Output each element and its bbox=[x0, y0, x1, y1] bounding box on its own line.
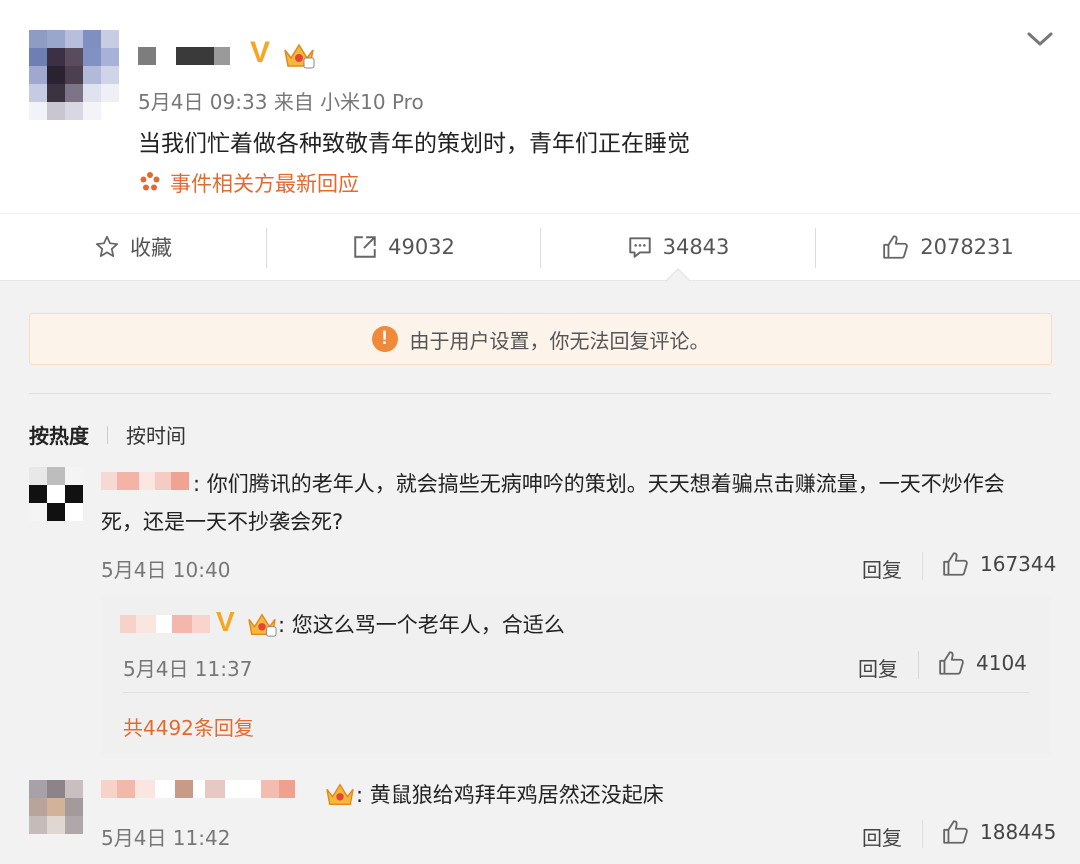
reply-text: : 您这么骂一个老年人，合适么 bbox=[278, 613, 565, 637]
comment-text: : 你们腾讯的老年人，就会搞些无病呻吟的策划。天天想着骗点击赚流量，一天不炒作会… bbox=[101, 465, 1051, 541]
like-button[interactable]: 2078231 bbox=[816, 214, 1080, 280]
sort-by-hot[interactable]: 按热度 bbox=[29, 420, 89, 449]
divider bbox=[922, 552, 923, 580]
comment-icon bbox=[628, 237, 651, 258]
comment-like-count: 167344 bbox=[980, 552, 1057, 576]
reply-like-button[interactable]: 4104 bbox=[938, 650, 1027, 676]
notice-text: 由于用户设置，你无法回复评论。 bbox=[409, 328, 710, 353]
comment-text-line1: : 你们腾讯的老年人，就会搞些无病呻吟的策划。天天想着骗点击赚流量，一天不炒作会 bbox=[193, 472, 1005, 496]
post-time: 5月4日 09:33 bbox=[138, 90, 268, 114]
repost-count: 49032 bbox=[388, 235, 455, 259]
comment-time: 5月4日 11:42 bbox=[101, 826, 231, 850]
vip-crown-icon bbox=[284, 43, 315, 69]
comment-count: 34843 bbox=[662, 235, 730, 259]
divider bbox=[918, 651, 919, 679]
sort-divider bbox=[107, 425, 108, 444]
comment-reply-button[interactable]: 回复 bbox=[862, 822, 902, 851]
divider bbox=[123, 692, 1029, 693]
comment-reply-button[interactable]: 回复 bbox=[862, 554, 902, 583]
chevron-down-icon[interactable] bbox=[1026, 30, 1054, 48]
thumbs-up-icon bbox=[883, 235, 909, 259]
thumbs-up-icon bbox=[943, 820, 968, 844]
vip-crown-icon bbox=[248, 613, 277, 637]
post-source: 来自 小米10 Pro bbox=[273, 90, 424, 114]
author-name[interactable] bbox=[138, 47, 230, 65]
repost-button[interactable]: 49032 bbox=[267, 214, 540, 280]
like-count: 2078231 bbox=[920, 235, 1014, 259]
verified-v-icon: V bbox=[216, 606, 235, 637]
warning-icon: ! bbox=[371, 326, 398, 352]
commenter-avatar[interactable] bbox=[29, 780, 83, 834]
thumbs-up-icon bbox=[939, 651, 964, 675]
comment-like-button[interactable]: 167344 bbox=[942, 551, 1056, 577]
reply-like-count: 4104 bbox=[976, 651, 1027, 675]
favorite-button[interactable]: 收藏 bbox=[0, 214, 266, 280]
divider bbox=[922, 820, 923, 848]
comment-text-line2: 死，还是一天不抄袭会死? bbox=[101, 510, 344, 534]
post-text: 当我们忙着做各种致敬青年的策划时，青年们正在睡觉 bbox=[138, 131, 690, 157]
reply-disabled-notice: ! 由于用户设置，你无法回复评论。 bbox=[29, 313, 1052, 365]
active-tab-notch bbox=[666, 268, 690, 282]
vip-crown-icon bbox=[326, 783, 354, 805]
thumbs-up-icon bbox=[943, 552, 968, 576]
reply-reply-button[interactable]: 回复 bbox=[858, 653, 898, 682]
star-icon bbox=[95, 235, 119, 257]
action-bar: 收藏 49032 34843 2078231 bbox=[0, 214, 1080, 281]
favorite-label: 收藏 bbox=[130, 236, 172, 260]
replier-name[interactable] bbox=[120, 615, 210, 633]
post-timestamp: 5月4日 09:33 来自 小米10 Pro bbox=[138, 86, 424, 115]
verified-v-icon: V bbox=[250, 36, 271, 69]
commenter-name[interactable] bbox=[101, 780, 295, 798]
comment-like-button[interactable]: 188445 bbox=[942, 819, 1056, 845]
topic-flower-icon bbox=[140, 172, 160, 191]
more-replies-link[interactable]: 共4492条回复 bbox=[123, 712, 254, 741]
comment-text: : 黄鼠狼给鸡拜年鸡居然还没起床 bbox=[356, 783, 664, 807]
sort-bar: 按热度 按时间 bbox=[29, 420, 186, 449]
commenter-avatar[interactable] bbox=[29, 467, 83, 521]
comment-like-count: 188445 bbox=[980, 820, 1057, 844]
topic-link[interactable]: 事件相关方最新回应 bbox=[170, 168, 359, 198]
comment-time: 5月4日 10:40 bbox=[101, 558, 231, 582]
reply-time: 5月4日 11:37 bbox=[123, 657, 253, 681]
author-avatar[interactable] bbox=[29, 30, 119, 120]
sort-by-time[interactable]: 按时间 bbox=[126, 420, 186, 449]
repost-icon bbox=[354, 236, 376, 258]
separator bbox=[29, 393, 1051, 394]
